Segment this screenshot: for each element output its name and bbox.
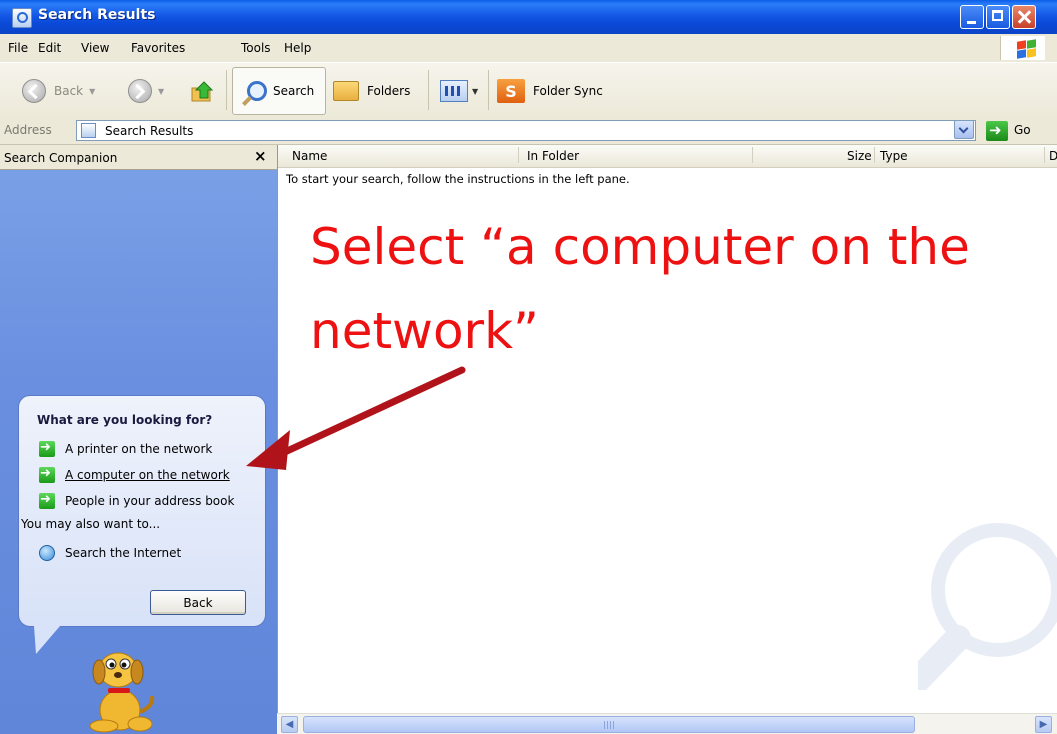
address-bar: Address Search Results: [0, 118, 1057, 145]
back-button[interactable]: Back ▼: [22, 75, 95, 107]
address-value: Search Results: [105, 124, 194, 138]
forward-dropdown-icon[interactable]: ▼: [158, 87, 164, 96]
search-button[interactable]: Search: [232, 67, 326, 115]
address-dropdown-icon[interactable]: [954, 120, 974, 139]
close-button[interactable]: [1012, 5, 1036, 29]
search-label: Search: [273, 84, 315, 98]
companion-back-button[interactable]: Back: [150, 590, 246, 615]
column-separator[interactable]: [752, 147, 753, 163]
column-date[interactable]: D: [1049, 149, 1057, 163]
folders-icon: [333, 81, 359, 101]
search-results-icon: [81, 123, 96, 138]
menu-view[interactable]: View: [81, 41, 109, 55]
annotation-line-2: network”: [310, 302, 539, 360]
address-label: Address: [4, 123, 52, 137]
option-printer[interactable]: A printer on the network: [39, 440, 212, 458]
forward-arrow-icon: [128, 79, 152, 103]
option-computer[interactable]: A computer on the network: [39, 466, 230, 484]
also-want-label: You may also want to...: [21, 517, 161, 531]
search-icon: [247, 81, 267, 101]
menu-favorites[interactable]: Favorites: [131, 41, 185, 55]
option-people[interactable]: People in your address book: [39, 492, 234, 510]
column-type[interactable]: Type: [880, 149, 908, 163]
folder-sync-icon: S: [497, 79, 525, 103]
scroll-left-icon[interactable]: ◀: [281, 716, 298, 733]
menu-tools[interactable]: Tools: [241, 41, 271, 55]
column-header: Name In Folder Size Type D: [278, 145, 1057, 168]
go-button[interactable]: Go: [1014, 123, 1031, 137]
column-separator[interactable]: [1044, 147, 1045, 163]
magnifier-watermark-icon: [918, 523, 1057, 690]
folder-sync-label: Folder Sync: [533, 84, 603, 98]
search-companion-balloon: What are you looking for? A printer on t…: [18, 395, 266, 627]
title-bar[interactable]: Search Results: [0, 0, 1057, 34]
window-title: Search Results: [38, 7, 156, 23]
column-in-folder[interactable]: In Folder: [527, 149, 579, 163]
menu-edit[interactable]: Edit: [38, 41, 61, 55]
option-people-label: People in your address book: [65, 494, 235, 508]
back-dropdown-icon[interactable]: ▼: [89, 87, 95, 96]
toolbar-separator: [226, 70, 227, 110]
search-internet-label: Search the Internet: [65, 546, 182, 560]
annotation-callout: Select “a computer on the network”: [310, 205, 1030, 373]
folders-button[interactable]: Folders: [333, 75, 410, 107]
up-folder-button[interactable]: [190, 75, 216, 107]
address-field[interactable]: Search Results: [76, 120, 976, 141]
views-button[interactable]: ▼: [440, 75, 478, 107]
back-label: Back: [54, 84, 84, 98]
green-arrow-icon: [39, 466, 55, 483]
option-search-internet[interactable]: Search the Internet: [39, 544, 181, 562]
column-name[interactable]: Name: [292, 149, 327, 163]
toolbar-separator: [428, 70, 429, 110]
question-heading: What are you looking for?: [37, 413, 213, 427]
search-companion-header: Search Companion ×: [0, 145, 277, 170]
go-arrow-icon[interactable]: [986, 121, 1008, 141]
explorer-window: Search Results File Edit View Favorites …: [0, 0, 1057, 734]
forward-button[interactable]: ▼: [128, 75, 164, 107]
search-companion-title: Search Companion: [4, 151, 118, 165]
scroll-right-icon[interactable]: ▶: [1035, 716, 1052, 733]
green-arrow-icon: [39, 492, 55, 509]
option-computer-label: A computer on the network: [65, 468, 230, 482]
menu-help[interactable]: Help: [284, 41, 311, 55]
minimize-button[interactable]: [960, 5, 984, 29]
maximize-button[interactable]: [986, 5, 1010, 29]
scrollbar-thumb[interactable]: [303, 716, 915, 733]
column-separator[interactable]: [518, 147, 519, 163]
views-dropdown-icon[interactable]: ▼: [472, 87, 478, 96]
menu-file[interactable]: File: [8, 41, 28, 55]
column-separator[interactable]: [874, 147, 875, 163]
views-icon: [440, 80, 468, 102]
toolbar-separator: [488, 70, 489, 110]
annotation-line-1: Select “a computer on the: [310, 218, 970, 276]
menu-bar: File Edit View Favorites Tools Help: [0, 34, 1057, 63]
balloon-tail: [34, 626, 60, 654]
folders-label: Folders: [367, 84, 411, 98]
scrollbar-grip: [604, 721, 616, 729]
folder-sync-button[interactable]: S Folder Sync: [497, 75, 603, 107]
option-printer-label: A printer on the network: [65, 442, 213, 456]
close-pane-icon[interactable]: ×: [254, 147, 267, 165]
instruction-text: To start your search, follow the instruc…: [286, 172, 630, 186]
search-dog-icon: [89, 652, 155, 733]
back-arrow-icon: [22, 79, 46, 103]
horizontal-scrollbar[interactable]: ◀ ▶: [277, 713, 1057, 734]
search-results-icon: [12, 8, 32, 28]
internet-search-icon: [39, 545, 55, 561]
up-folder-icon: [191, 81, 214, 102]
column-size[interactable]: Size: [847, 149, 872, 163]
windows-logo-icon: [1000, 36, 1045, 60]
green-arrow-icon: [39, 440, 55, 457]
